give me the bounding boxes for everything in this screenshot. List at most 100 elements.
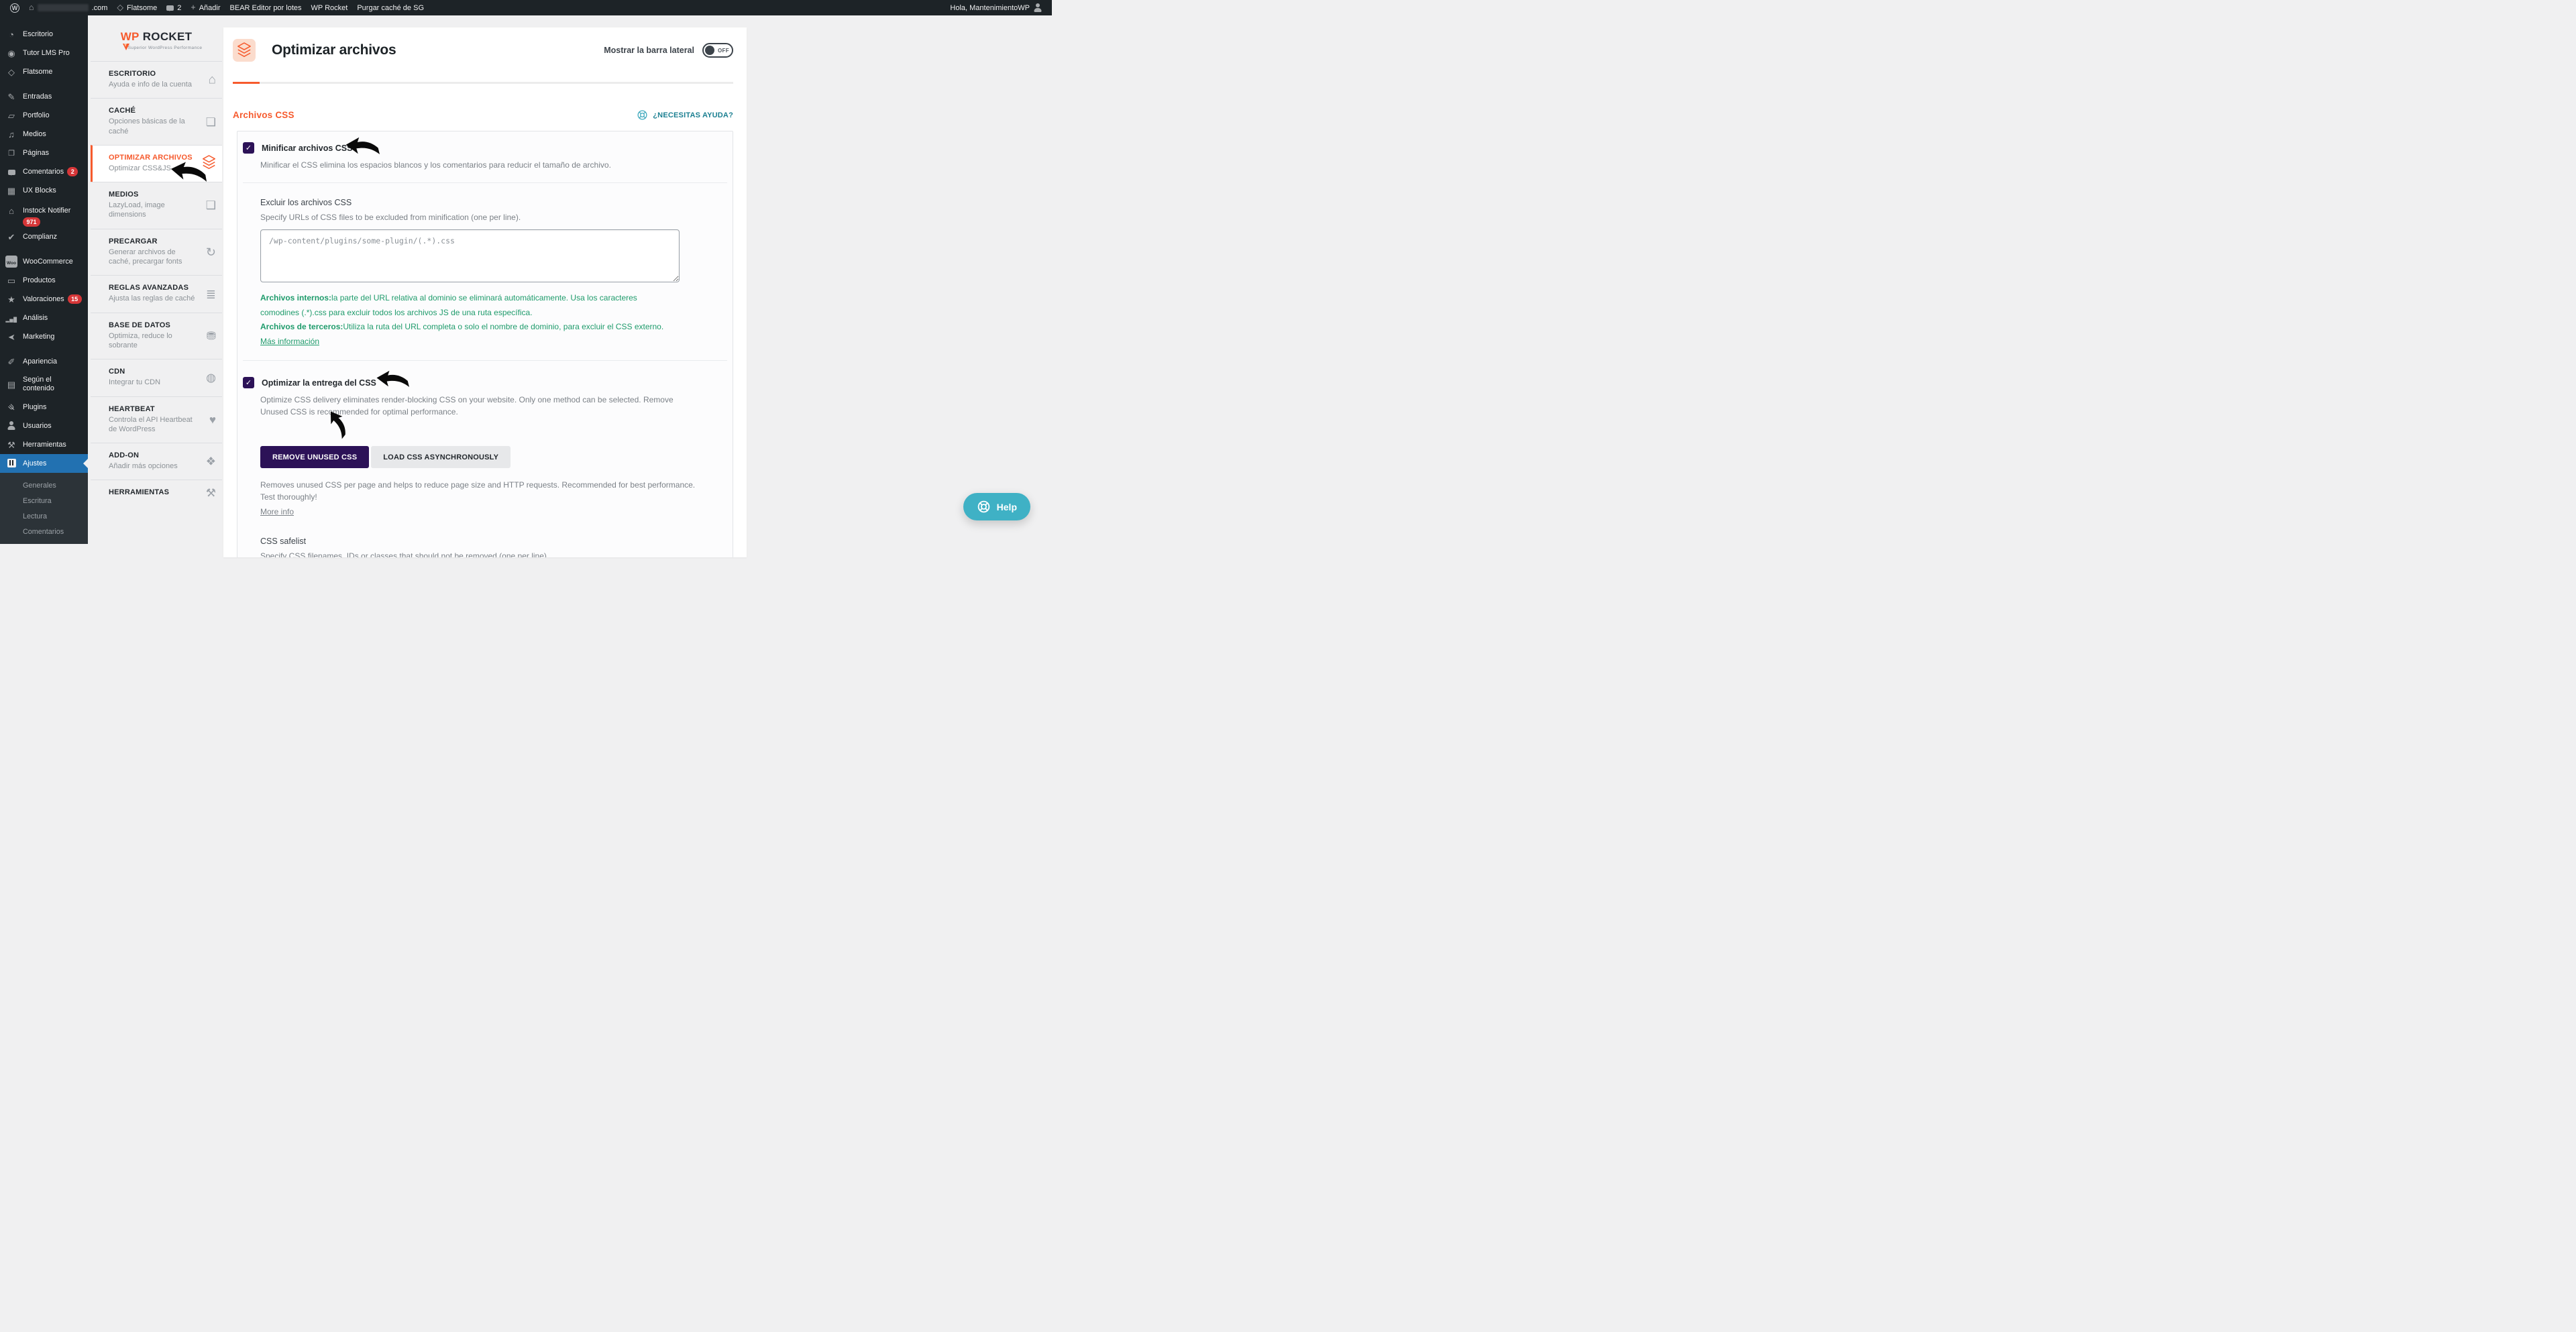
rocket-nav-optimizar-archivos[interactable]: OPTIMIZAR ARCHIVOS Optimizar CSS&JS bbox=[91, 145, 222, 182]
more-info-link[interactable]: More info bbox=[260, 507, 294, 516]
sidebar-item-ajustes[interactable]: Ajustes bbox=[0, 454, 88, 473]
css-safelist-desc: Specify CSS filenames, IDs or classes th… bbox=[260, 550, 710, 557]
sidebar-item-label: Tutor LMS Pro bbox=[23, 49, 70, 57]
rocket-nav-reglas-avanzadas[interactable]: REGLAS AVANZADAS Ajusta las reglas de ca… bbox=[91, 275, 222, 312]
rocket-nav-precargar[interactable]: PRECARGAR Generar archivos de caché, pre… bbox=[91, 229, 222, 276]
tutor-lms-icon bbox=[0, 49, 23, 58]
rocket-nav-desc: Ajusta las reglas de caché bbox=[109, 294, 198, 303]
exclude-css-label: Excluir los archivos CSS bbox=[260, 198, 710, 207]
wordpress-menu[interactable] bbox=[5, 0, 24, 15]
sidebar-item-medios[interactable]: Medios bbox=[0, 125, 88, 144]
rocket-nav-add-on[interactable]: ADD-ON Añadir más opciones bbox=[91, 443, 222, 480]
sidebar-item-woocommerce[interactable]: WooCommerce bbox=[0, 252, 88, 271]
sidebar-item-herramientas[interactable]: Herramientas bbox=[0, 435, 88, 454]
submenu-item-generales[interactable]: Generales bbox=[0, 478, 88, 493]
rocket-nav-medios[interactable]: MEDIOS LazyLoad, image dimensions bbox=[91, 182, 222, 229]
sidebar-item-productos[interactable]: Productos bbox=[0, 271, 88, 290]
comments-shortcut[interactable]: 2 bbox=[162, 0, 186, 15]
pages-icon bbox=[0, 148, 23, 158]
rocket-nav-cdn[interactable]: CDN Integrar tu CDN bbox=[91, 359, 222, 396]
sidebar-item-analisis[interactable]: Análisis bbox=[0, 309, 88, 327]
rocket-nav-title: ESCRITORIO bbox=[109, 70, 198, 78]
exclude-css-desc: Specify URLs of CSS files to be excluded… bbox=[260, 211, 710, 223]
rocket-nav-cache[interactable]: CACHÉ Opciones básicas de la caché bbox=[91, 98, 222, 145]
minify-css-label[interactable]: Minificar archivos CSS bbox=[262, 144, 352, 153]
sidebar-item-complianz[interactable]: Complianz bbox=[0, 227, 88, 246]
rocket-nav-desc: Ayuda e info de la cuenta bbox=[109, 80, 198, 89]
sidebar-item-usuarios[interactable]: Usuarios bbox=[0, 417, 88, 435]
plugin-icon bbox=[0, 403, 23, 412]
rocket-nav-heartbeat[interactable]: HEARTBEAT Controla el API Heartbeat de W… bbox=[91, 396, 222, 443]
site-suffix: .com bbox=[92, 4, 108, 12]
minify-css-checkbox[interactable]: ✓ bbox=[243, 142, 254, 154]
sidebar-item-label: Apariencia bbox=[23, 357, 57, 366]
wp-rocket-nav: WP ROCKET Superior WordPress Performance… bbox=[91, 22, 222, 505]
tools-icon bbox=[206, 487, 216, 498]
sidebar-item-label: WooCommerce bbox=[23, 258, 73, 266]
heartbeat-icon bbox=[209, 414, 216, 425]
content-area: WP ROCKET Superior WordPress Performance… bbox=[88, 15, 1052, 544]
help-button[interactable]: Help bbox=[963, 493, 1030, 520]
sidebar-item-label: Flatsome bbox=[23, 68, 52, 76]
purge-cache-menu[interactable]: Purgar caché de SG bbox=[352, 0, 429, 15]
dashboard-icon bbox=[0, 30, 23, 39]
mas-informacion-link[interactable]: Más información bbox=[260, 337, 319, 346]
help-button-label: Help bbox=[997, 502, 1017, 512]
sidebar-item-ux-blocks[interactable]: UX Blocks bbox=[0, 181, 88, 200]
site-link[interactable]: ⌂ .com bbox=[24, 0, 112, 15]
load-css-async-button[interactable]: LOAD CSS ASYNCHRONOUSLY bbox=[371, 446, 511, 468]
sidebar-separator bbox=[0, 346, 88, 352]
settings-sliders-icon bbox=[0, 459, 23, 469]
home-icon: ⌂ bbox=[29, 3, 34, 12]
sidebar-toggle[interactable]: OFF bbox=[702, 43, 733, 58]
sidebar-item-portfolio[interactable]: Portfolio bbox=[0, 106, 88, 125]
logo-wp-text: WP bbox=[121, 30, 140, 44]
warehouse-icon bbox=[0, 207, 23, 215]
submenu-item-escritura[interactable]: Escritura bbox=[0, 493, 88, 508]
css-delivery-checkbox[interactable]: ✓ bbox=[243, 377, 254, 388]
sidebar-item-flatsome[interactable]: Flatsome bbox=[0, 62, 88, 81]
comments-icon bbox=[0, 168, 23, 176]
submenu-item-lectura[interactable]: Lectura bbox=[0, 508, 88, 524]
remove-unused-css-button[interactable]: REMOVE UNUSED CSS bbox=[260, 446, 369, 468]
flatsome-menu[interactable]: ◇ Flatsome bbox=[112, 0, 162, 15]
rocket-nav-herramientas[interactable]: HERRAMIENTAS bbox=[91, 480, 222, 505]
rocket-nav-base-de-datos[interactable]: BASE DE DATOS Optimiza, reduce lo sobran… bbox=[91, 313, 222, 359]
sidebar-item-marketing[interactable]: Marketing bbox=[0, 327, 88, 346]
media-icon bbox=[0, 130, 23, 139]
refresh-icon bbox=[206, 246, 216, 258]
rocket-nav-desc: Optimizar CSS&JS bbox=[109, 164, 198, 173]
submenu-item-comentarios[interactable]: Comentarios bbox=[0, 524, 88, 539]
exclude-css-textarea[interactable] bbox=[260, 229, 680, 282]
bear-editor-menu[interactable]: BEAR Editor por lotes bbox=[225, 0, 307, 15]
sidebar-item-apariencia[interactable]: Apariencia bbox=[0, 352, 88, 371]
sidebar-item-label: Herramientas bbox=[23, 441, 66, 449]
wp-rocket-logo[interactable]: WP ROCKET Superior WordPress Performance bbox=[91, 22, 222, 61]
sidebar-item-comentarios[interactable]: Comentarios 2 bbox=[0, 162, 88, 181]
need-help-link[interactable]: ¿NECESITAS AYUDA? bbox=[637, 109, 733, 121]
css-delivery-label[interactable]: Optimizar la entrega del CSS bbox=[262, 378, 376, 388]
sidebar-item-escritorio[interactable]: Escritorio bbox=[0, 25, 88, 44]
add-new-menu[interactable]: + Añadir bbox=[186, 0, 225, 15]
wp-rocket-menu[interactable]: WP Rocket bbox=[307, 0, 353, 15]
internal-files-bold: Archivos internos: bbox=[260, 293, 331, 302]
sidebar-item-valoraciones[interactable]: Valoraciones 15 bbox=[0, 290, 88, 309]
flatsome-diamond-icon: ◇ bbox=[117, 3, 123, 12]
css-delivery-methods: REMOVE UNUSED CSS LOAD CSS ASYNCHRONOUSL… bbox=[260, 446, 710, 468]
sidebar-item-plugins[interactable]: Plugins bbox=[0, 398, 88, 417]
sidebar-item-paginas[interactable]: Páginas bbox=[0, 144, 88, 162]
rocket-nav-desc: LazyLoad, image dimensions bbox=[109, 201, 198, 220]
sidebar-item-label: Valoraciones bbox=[23, 295, 64, 303]
account-menu[interactable]: Hola, MantenimientoWP bbox=[945, 3, 1046, 12]
page-title: Optimizar archivos bbox=[272, 42, 396, 58]
sidebar-toggle-label: Mostrar la barra lateral bbox=[604, 46, 694, 55]
rocket-nav-title: BASE DE DATOS bbox=[109, 321, 198, 329]
sidebar-item-segun-el-contenido[interactable]: Según el contenido bbox=[0, 371, 88, 398]
reviews-badge: 15 bbox=[68, 294, 82, 304]
sidebar-item-tutor-lms[interactable]: Tutor LMS Pro bbox=[0, 44, 88, 62]
sidebar-item-entradas[interactable]: Entradas bbox=[0, 87, 88, 106]
wp-rocket-label: WP Rocket bbox=[311, 4, 348, 12]
rocket-nav-escritorio[interactable]: ESCRITORIO Ayuda e info de la cuenta bbox=[91, 61, 222, 98]
database-icon bbox=[207, 330, 216, 341]
rocket-nav-title: HERRAMIENTAS bbox=[109, 488, 198, 496]
